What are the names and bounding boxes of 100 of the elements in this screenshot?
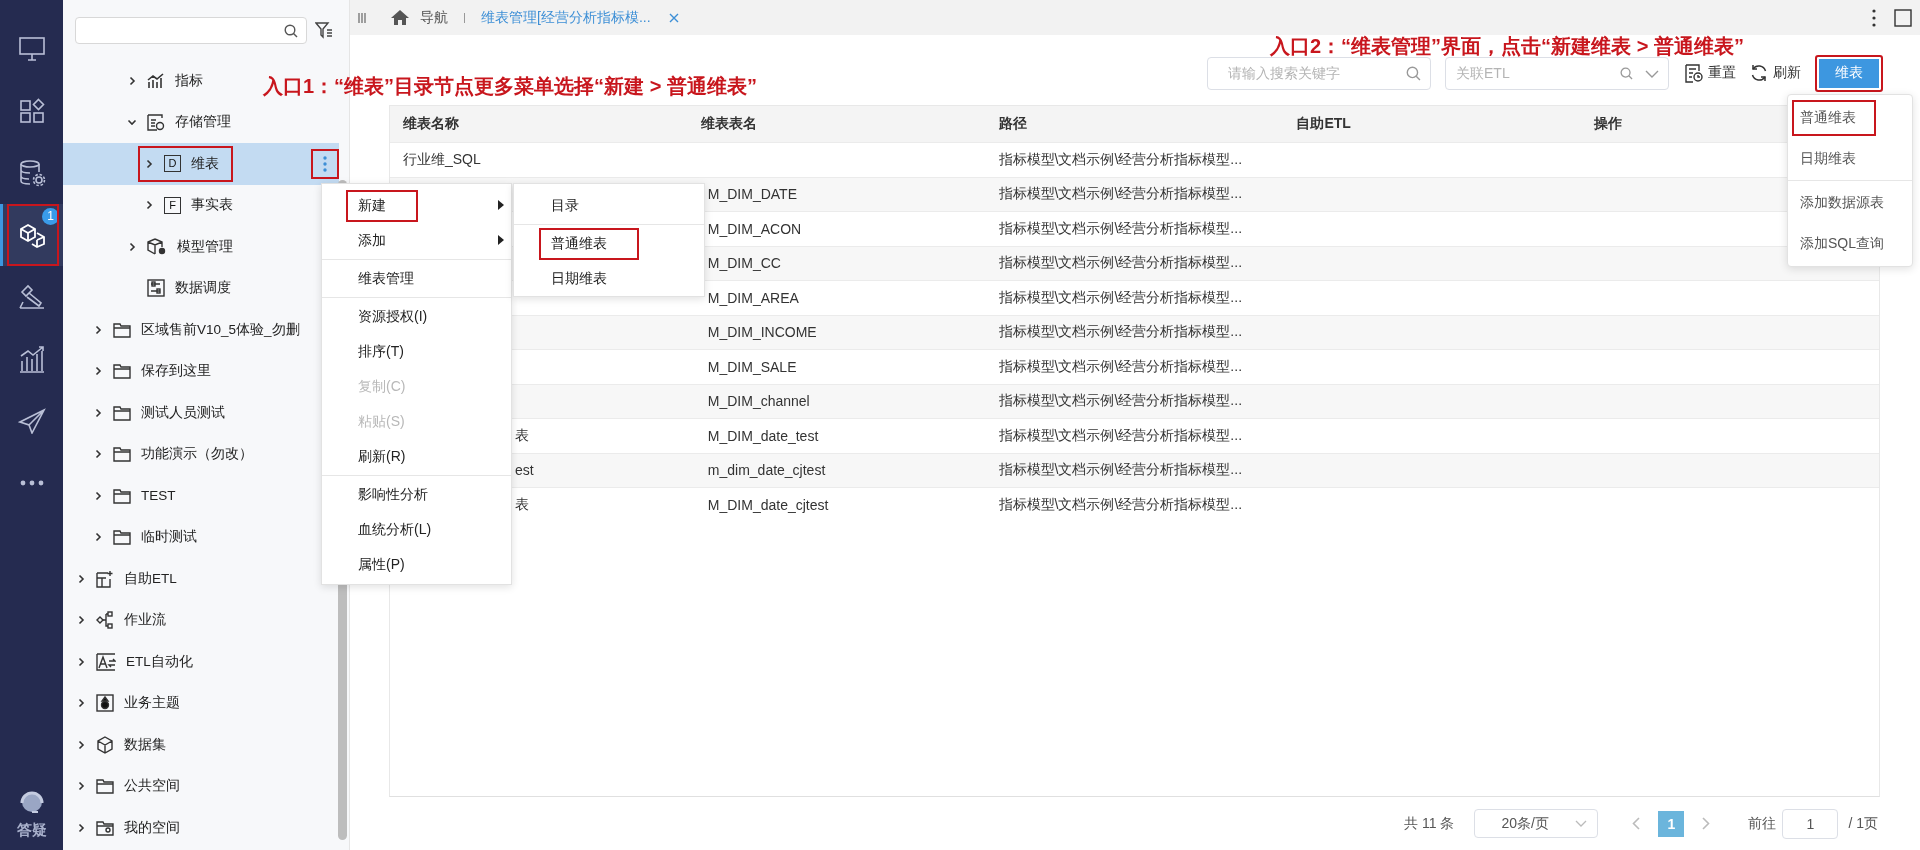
folder-icon	[113, 446, 131, 463]
tree-item[interactable]: 作业流	[63, 599, 170, 641]
menu-item[interactable]: 维表管理	[322, 261, 511, 296]
search-icon	[1406, 65, 1421, 81]
maximize-icon[interactable]	[1894, 8, 1912, 27]
document-clock-icon	[1685, 63, 1703, 83]
menu-item[interactable]: 影响性分析	[322, 477, 511, 512]
menu-item[interactable]: 资源授权(I)	[322, 299, 511, 334]
home-icon[interactable]	[390, 9, 410, 26]
tree-item[interactable]: 公共空间	[63, 765, 184, 807]
chevron-icon[interactable]	[144, 200, 154, 211]
chevron-icon[interactable]	[127, 241, 137, 252]
menu-item[interactable]: 普通维表	[1788, 97, 1912, 138]
tree-item[interactable]: 我的空间	[63, 807, 184, 849]
flow-icon	[96, 611, 114, 630]
table-cell: 表	[515, 426, 529, 443]
chevron-icon[interactable]	[93, 324, 103, 335]
menu-item[interactable]: 刷新(R)	[322, 439, 511, 474]
tree-item[interactable]: 临时测试	[63, 516, 201, 558]
menu-item[interactable]: 新建	[322, 188, 511, 223]
hammer-icon	[17, 284, 46, 310]
chevron-icon[interactable]	[76, 573, 86, 584]
column-header[interactable]: 自助ETL	[1283, 115, 1582, 133]
toolbar-button[interactable]: 重置	[1685, 63, 1736, 83]
column-header[interactable]: 维表表名	[687, 115, 986, 133]
search-field[interactable]: 请输入搜索关键字	[1207, 56, 1431, 90]
table-cell: M_DIM_date_test	[707, 427, 819, 444]
menu-item[interactable]: 普通维表	[514, 226, 704, 261]
chevron-down-icon	[1575, 820, 1588, 827]
table-cell: m_dim_date_cjtest	[707, 462, 826, 479]
chevron-icon[interactable]	[76, 656, 86, 667]
table-cell: 指标模型\文档示例\经营分析指标模型...	[998, 461, 1243, 478]
chevron-icon[interactable]	[93, 532, 103, 543]
chevron-icon[interactable]	[76, 698, 86, 709]
page-count: / 1页	[1848, 814, 1878, 833]
table-cell: 指标模型\文档示例\经营分析指标模型...	[998, 254, 1243, 271]
total-count: 共 11 条	[1404, 814, 1455, 833]
menu-item[interactable]: 添加	[322, 223, 511, 258]
tree-item[interactable]: D 维表	[63, 143, 339, 185]
tree-item[interactable]: 功能演示（勿改）	[63, 433, 257, 475]
etl-select[interactable]: 关联ETL	[1445, 56, 1669, 90]
more-icon	[19, 480, 44, 486]
chevron-icon[interactable]	[144, 158, 154, 169]
tree-item[interactable]: 自助ETL	[63, 558, 181, 600]
tree-item[interactable]: 指标	[63, 60, 207, 102]
search-icon	[284, 23, 298, 38]
nav-link[interactable]: 导航	[420, 8, 448, 27]
close-icon[interactable]	[668, 12, 679, 23]
chevron-icon[interactable]	[93, 407, 103, 418]
table-cell: 指标模型\文档示例\经营分析指标模型...	[998, 185, 1243, 202]
panel-toggle-icon[interactable]	[358, 12, 366, 23]
table-cell: M_DIM_date_cjtest	[707, 496, 829, 513]
table-cell: 指标模型\文档示例\经营分析指标模型...	[998, 392, 1243, 409]
tree-item[interactable]: 区域售前V10_5体验_勿删	[63, 309, 304, 351]
menu-item[interactable]: 日期维表	[1788, 138, 1912, 179]
chevron-icon[interactable]	[127, 75, 137, 86]
cubes-icon	[19, 222, 47, 248]
menu-item[interactable]: 血统分析(L)	[322, 512, 511, 547]
bar-chart-icon	[147, 72, 165, 89]
help-label[interactable]: 答疑	[16, 821, 47, 840]
tree-item[interactable]: 数据调度	[63, 267, 235, 309]
tree-item[interactable]: 业务主题	[63, 682, 184, 724]
page-input[interactable]: 1	[1782, 808, 1839, 839]
folder-icon	[113, 487, 131, 504]
chevron-icon[interactable]	[76, 822, 86, 833]
tree-item[interactable]: F 事实表	[63, 184, 237, 226]
menu-item[interactable]: 属性(P)	[322, 547, 511, 582]
tree-item[interactable]: 模型管理	[63, 226, 237, 268]
tree-item[interactable]: 测试人员测试	[63, 392, 229, 434]
chevron-icon[interactable]	[93, 366, 103, 377]
etl-icon	[96, 569, 114, 588]
tree-item[interactable]: 存储管理	[63, 101, 235, 143]
chevron-icon[interactable]	[93, 449, 103, 460]
chevron-icon[interactable]	[76, 739, 86, 750]
chevron-icon[interactable]	[76, 781, 86, 792]
folder-icon	[113, 321, 131, 338]
menu-item[interactable]: 日期维表	[514, 261, 704, 296]
menu-item[interactable]: 添加SQL查询	[1788, 223, 1912, 264]
filter-icon[interactable]	[315, 21, 333, 39]
tree-item[interactable]: 数据集	[63, 724, 170, 766]
menu-item[interactable]: 目录	[514, 188, 704, 223]
chevron-icon[interactable]	[127, 117, 137, 128]
document-icon	[147, 113, 165, 131]
search-field[interactable]	[75, 16, 307, 44]
tree-item[interactable]: TEST	[63, 475, 180, 517]
page-size-select[interactable]: 20条/页	[1474, 809, 1599, 838]
menu-item[interactable]: 添加数据源表	[1788, 182, 1912, 223]
toolbar-button[interactable]: 刷新	[1750, 64, 1801, 82]
vertical-dots-icon	[323, 156, 327, 172]
menu-item[interactable]: 排序(T)	[322, 334, 511, 369]
tree-item[interactable]: 保存到这里	[63, 350, 215, 392]
vertical-dots-icon[interactable]	[1872, 8, 1876, 27]
table-cell: 指标模型\文档示例\经营分析指标模型...	[998, 357, 1243, 374]
tree-item[interactable]: ETL自动化	[63, 641, 197, 683]
chevron-icon[interactable]	[93, 490, 103, 501]
folder-icon	[113, 529, 131, 546]
table-cell: 指标模型\文档示例\经营分析指标模型...	[998, 288, 1243, 305]
chevron-icon[interactable]	[76, 615, 86, 626]
column-header[interactable]: 路径	[985, 115, 1284, 133]
column-header[interactable]: 维表名称	[390, 115, 688, 133]
